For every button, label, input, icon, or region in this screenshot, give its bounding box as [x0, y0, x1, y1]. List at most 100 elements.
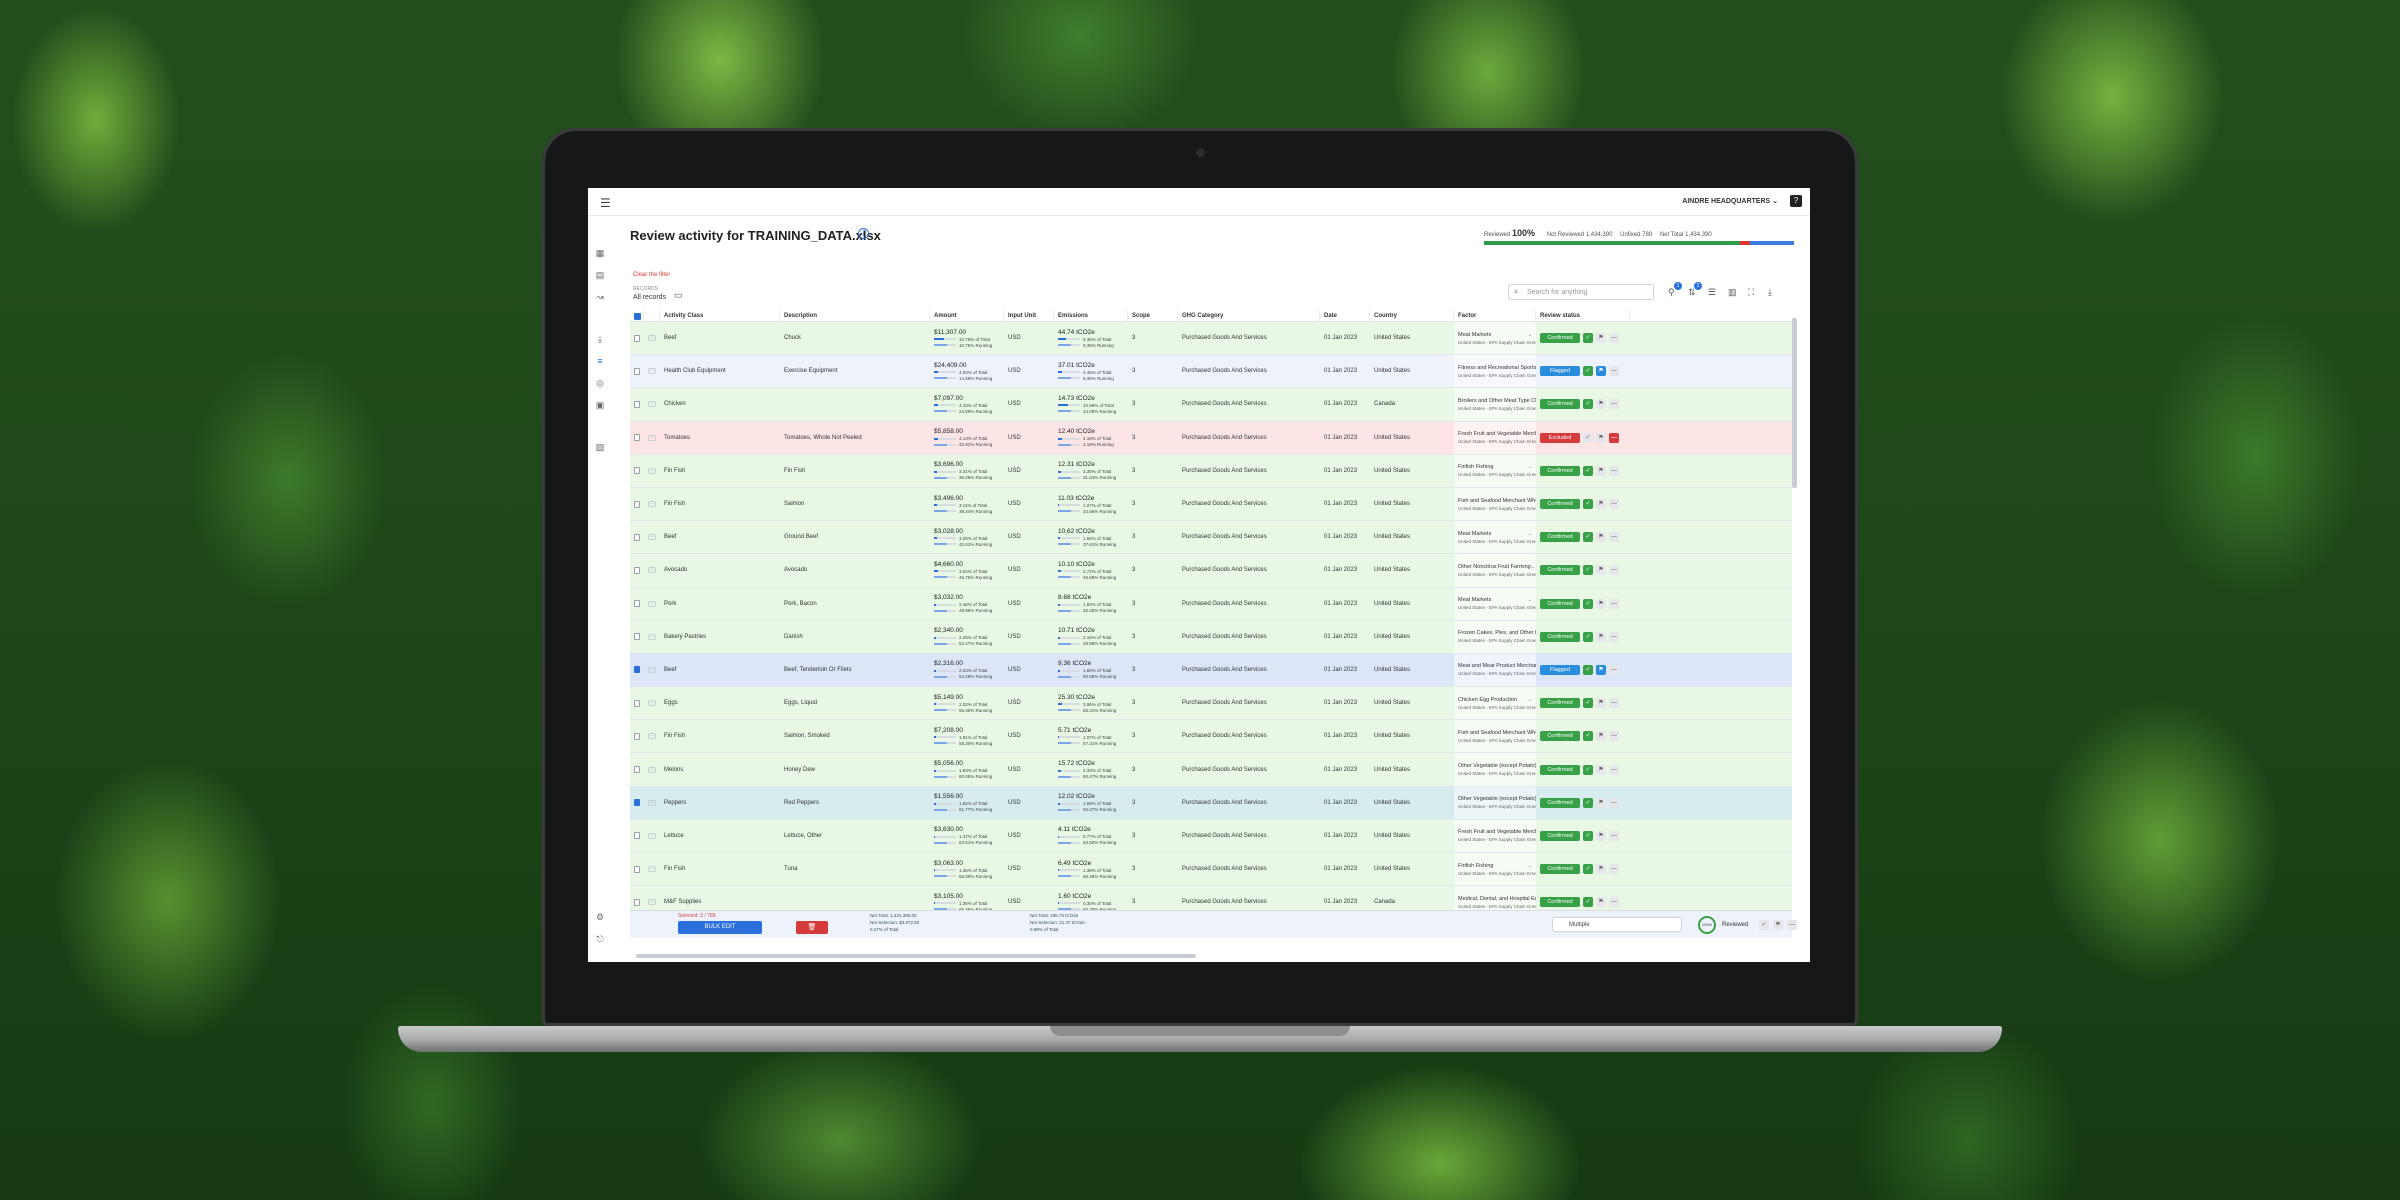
confirm-check-icon[interactable]: ✓ — [1583, 399, 1593, 410]
row-checkbox[interactable] — [634, 732, 640, 740]
row-menu-icon[interactable]: ··· — [648, 766, 656, 773]
factor-select[interactable]: Frozen Cakes, Pies, and Other Pastries⌄U… — [1454, 620, 1536, 653]
exclude-icon[interactable]: — — [1609, 797, 1619, 808]
review-status-badge[interactable]: Confirmed — [1540, 499, 1580, 510]
flag-icon[interactable]: ⚑ — [1596, 830, 1606, 841]
info-icon[interactable]: i — [858, 228, 869, 239]
confirm-check-icon[interactable]: ✓ — [1583, 465, 1593, 476]
flag-icon[interactable]: ⚑ — [1596, 864, 1606, 875]
row-checkbox[interactable] — [634, 766, 640, 774]
row-menu-icon[interactable]: ··· — [648, 567, 656, 574]
row-checkbox[interactable] — [634, 566, 640, 574]
table-row[interactable]: ··· Melons Honey Dew $5,056.00 1.83% of Tot… — [630, 753, 1792, 787]
row-checkbox[interactable] — [634, 898, 640, 906]
factor-select[interactable]: Meat Markets ⌄ United States - EPA Supply … — [1454, 322, 1536, 355]
row-checkbox[interactable] — [634, 334, 640, 342]
clear-filter-link[interactable]: Clear the filter — [633, 272, 670, 278]
row-menu-icon[interactable]: ··· — [648, 666, 656, 673]
row-checkbox[interactable] — [634, 666, 640, 674]
table-row[interactable]: ··· Fin Fish Salmon $3,496.00 3.11% of Tota… — [630, 487, 1792, 522]
select-all-header[interactable] — [630, 310, 644, 321]
confirm-check-icon[interactable]: ✓ — [1583, 731, 1593, 742]
confirm-check-icon[interactable]: ✓ — [1583, 631, 1593, 642]
table-row[interactable]: ··· Beef Ground Beef $3,028.00 3.28% of Tot… — [630, 521, 1792, 555]
confirm-check-icon[interactable]: ✓ — [1583, 664, 1593, 675]
exclude-icon[interactable]: — — [1609, 565, 1619, 576]
flow-icon[interactable]: ↝ — [595, 292, 605, 302]
exclude-icon[interactable]: — — [1609, 399, 1619, 410]
dashboard-icon[interactable]: ▦ — [595, 248, 605, 258]
confirm-check-icon[interactable]: ✓ — [1583, 864, 1593, 875]
exclude-icon[interactable]: — — [1609, 698, 1619, 709]
review-status-badge[interactable]: Flagged — [1540, 664, 1580, 675]
row-menu-icon[interactable]: ··· — [648, 600, 656, 607]
review-status-badge[interactable]: Confirmed — [1540, 797, 1580, 808]
bulk-edit-button[interactable]: BULK EDIT — [678, 921, 762, 934]
row-checkbox[interactable] — [634, 633, 640, 641]
review-status-badge[interactable]: Confirmed — [1540, 631, 1580, 642]
table-row[interactable]: ··· Peppers Red Peppers $1,556.00 1.82% of … — [630, 786, 1792, 820]
flag-icon[interactable]: ⚑ — [1596, 897, 1606, 908]
factor-select[interactable]: Broilers and Other Meat Type Chicken P..… — [1454, 388, 1536, 421]
row-checkbox[interactable] — [634, 699, 640, 707]
flag-icon[interactable]: ⚑ — [1596, 797, 1606, 808]
row-checkbox[interactable] — [634, 467, 640, 475]
exclude-icon[interactable]: — — [1609, 830, 1619, 841]
report-icon[interactable]: ▧ — [595, 442, 605, 452]
factor-select[interactable]: Finfish Fishing ⌄ United States - EPA Supp… — [1454, 853, 1536, 886]
review-status-badge[interactable]: Confirmed — [1540, 897, 1580, 908]
review-status-badge[interactable]: Flagged — [1540, 366, 1580, 377]
factor-select[interactable]: Fish and Seafood Merchant Wholesalers⌄Un… — [1454, 720, 1536, 753]
confirm-check-icon[interactable]: ✓ — [1583, 333, 1593, 344]
horizontal-scrollbar[interactable] — [636, 954, 1196, 958]
table-row[interactable]: ··· Chicken $7,097.00 4.43% of Total 24.09… — [630, 388, 1792, 422]
row-menu-icon[interactable]: ··· — [648, 832, 656, 839]
bulk-confirm-button[interactable]: ✓ — [1759, 920, 1769, 930]
confirm-check-icon[interactable]: ✓ — [1583, 698, 1593, 709]
review-status-badge[interactable]: Confirmed — [1540, 399, 1580, 410]
flag-icon[interactable]: ⚑ — [1596, 598, 1606, 609]
column-header-input-unit[interactable]: Input Unit — [1004, 310, 1054, 321]
review-status-badge[interactable]: Confirmed — [1540, 698, 1580, 709]
flag-icon[interactable]: ⚑ — [1596, 698, 1606, 709]
hamburger-icon[interactable]: ☰ — [600, 196, 611, 210]
row-menu-icon[interactable]: ··· — [648, 899, 656, 906]
confirm-check-icon[interactable]: ✓ — [1583, 532, 1593, 543]
confirm-check-icon[interactable]: ✓ — [1583, 830, 1593, 841]
records-selector[interactable]: All records — [633, 294, 666, 301]
row-checkbox[interactable] — [634, 600, 640, 608]
columns-icon[interactable]: ▥ — [1728, 287, 1737, 298]
factor-select[interactable]: Other Noncitrus Fruit Farming ⌄ United Sta… — [1454, 554, 1536, 587]
factor-select[interactable]: Meat Markets ⌄ United States - EPA Supply … — [1454, 521, 1536, 554]
flag-icon[interactable]: ⚑ — [1596, 631, 1606, 642]
row-checkbox[interactable] — [634, 533, 640, 541]
review-status-badge[interactable]: Confirmed — [1540, 830, 1580, 841]
factor-select[interactable]: Fresh Fruit and Vegetable Merchant Wh...… — [1454, 819, 1536, 852]
org-selector[interactable]: AINDRE HEADQUARTERS ⌄ — [1682, 197, 1778, 205]
factor-select[interactable]: Fresh Fruit and Vegetable Merchant Wh...… — [1454, 421, 1536, 454]
confirm-check-icon[interactable]: ✓ — [1583, 366, 1593, 377]
row-checkbox[interactable] — [634, 865, 640, 873]
row-menu-icon[interactable]: ··· — [648, 368, 656, 375]
vertical-scrollbar[interactable] — [1792, 318, 1797, 488]
documents-icon[interactable]: ▤ — [595, 270, 605, 280]
expand-icon[interactable]: ⛶ — [1748, 287, 1754, 298]
table-row[interactable]: ··· Eggs Eggs, Liquid $5,149.00 2.02% of To… — [630, 687, 1792, 721]
confirm-check-icon[interactable]: ✓ — [1583, 764, 1593, 775]
review-status-badge[interactable]: Confirmed — [1540, 731, 1580, 742]
row-checkbox[interactable] — [634, 434, 640, 442]
factor-select[interactable]: Fish and Seafood Merchant Wholesalers⌄Un… — [1454, 487, 1536, 521]
column-header-factor[interactable]: Factor — [1454, 310, 1536, 321]
bulk-factor-select[interactable]: Multiple — [1552, 917, 1682, 932]
target-icon[interactable]: ◎ — [595, 378, 605, 388]
table-row[interactable]: ··· Tomatoes Tomatoes, Whole Not Peeled $5,… — [630, 421, 1792, 455]
confirm-check-icon[interactable]: ✓ — [1583, 598, 1593, 609]
flag-icon[interactable]: ⚑ — [1596, 333, 1606, 344]
column-header-activity-class[interactable]: Activity Class — [660, 310, 780, 321]
table-row[interactable]: ··· Fin Fish Fin Fish $3,696.00 3.31% of To… — [630, 454, 1792, 488]
confirm-check-icon[interactable]: ✓ — [1583, 432, 1593, 443]
download-icon[interactable]: ⤓ — [1768, 287, 1772, 298]
table-row[interactable]: ··· Avocado Avocado $4,660.00 3.54% of Tota… — [630, 554, 1792, 588]
factor-select[interactable]: Fitness and Recreational Sports Centers⌄… — [1454, 355, 1536, 388]
exclude-icon[interactable]: — — [1609, 499, 1619, 510]
